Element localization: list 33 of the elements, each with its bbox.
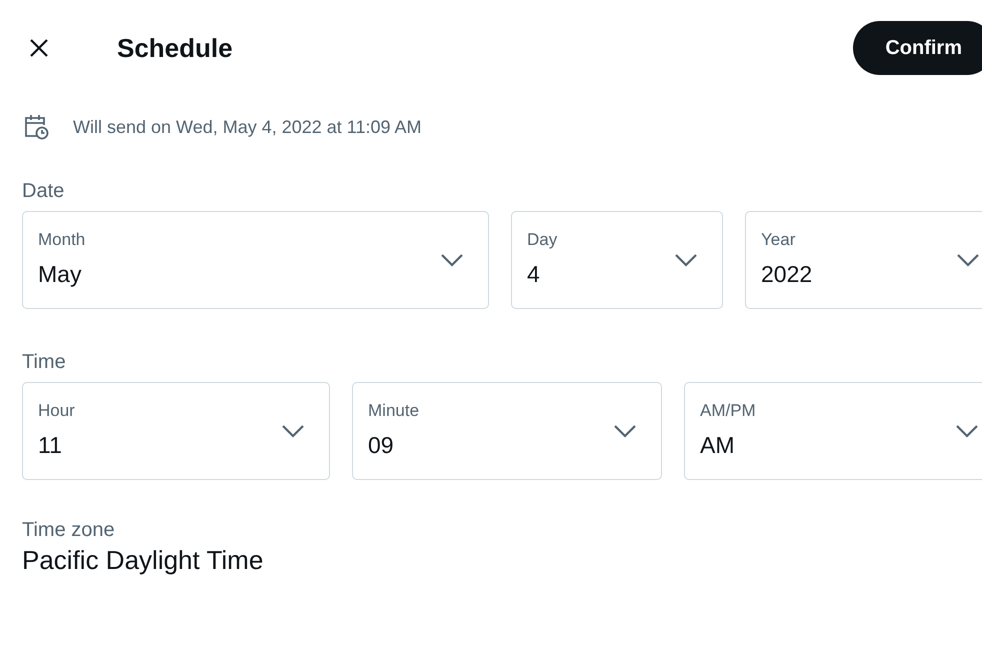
close-icon[interactable] — [29, 38, 49, 58]
calendar-clock-icon — [23, 113, 49, 141]
field-value: 11 — [38, 431, 63, 460]
field-label: Month — [38, 229, 86, 251]
field-value: AM — [700, 431, 736, 460]
section-label: Date — [22, 179, 66, 203]
field-value: 09 — [368, 431, 395, 460]
chevron-down-icon — [613, 424, 637, 438]
field-label: Minute — [368, 400, 420, 422]
field-label: Day — [527, 229, 558, 251]
dropdown-field[interactable]: Month May — [22, 211, 489, 309]
chevron-down-icon — [955, 424, 979, 438]
dropdown-field[interactable]: Year 2022 — [745, 211, 982, 309]
field-value: 2022 — [761, 260, 814, 289]
field-label: AM/PM — [700, 400, 757, 422]
field-value: May — [38, 260, 82, 289]
chevron-down-icon — [281, 424, 305, 438]
dropdown-field[interactable]: AM/PM AM — [684, 382, 982, 480]
field-label: Year — [761, 229, 796, 251]
field-label: Hour — [38, 400, 76, 422]
time-zone-label: Time zone — [22, 518, 116, 542]
chevron-down-icon — [440, 253, 464, 267]
field-value: 4 — [527, 260, 541, 289]
chevron-down-icon — [956, 253, 980, 267]
dropdown-field[interactable]: Hour 11 — [22, 382, 330, 480]
section-label: Time — [22, 350, 67, 374]
confirm-button[interactable]: Confirm — [853, 21, 982, 75]
dialog-title: Schedule — [117, 32, 233, 64]
time-zone-value: Pacific Daylight Time — [22, 544, 264, 576]
schedule-summary: Will send on Wed, May 4, 2022 at 11:09 AM — [73, 116, 422, 139]
chevron-down-icon — [674, 253, 698, 267]
dropdown-field[interactable]: Day 4 — [511, 211, 723, 309]
dropdown-field[interactable]: Minute 09 — [352, 382, 662, 480]
